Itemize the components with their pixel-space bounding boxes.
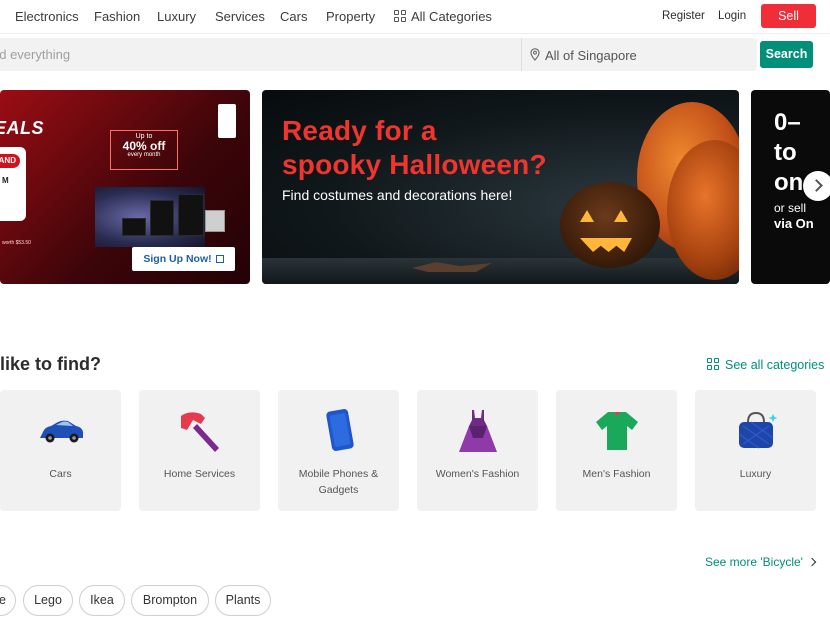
nav-link-luxury[interactable]: Luxury xyxy=(157,9,196,24)
router-device-2 xyxy=(178,194,204,236)
category-mobile-phones[interactable]: Mobile Phones & Gadgets xyxy=(278,390,399,511)
location-selector[interactable]: All of Singapore xyxy=(545,48,637,63)
banner3-line1: 0– xyxy=(774,109,801,136)
search-input[interactable] xyxy=(0,38,520,71)
see-all-label: See all categories xyxy=(725,358,825,372)
suggestion-chip[interactable]: Plants xyxy=(215,585,271,616)
banner3-line3: on xyxy=(774,169,804,196)
carousel-next-button[interactable] xyxy=(803,171,830,201)
categories-title: like to find? xyxy=(0,354,101,374)
search-bar: All of Singapore xyxy=(0,38,757,71)
sell-button[interactable]: Sell xyxy=(761,4,816,28)
car-icon xyxy=(39,420,83,443)
banner-internet-deals[interactable]: EALS AND M worth $53.50 Up to 40% off ev… xyxy=(0,90,250,284)
hammer-icon xyxy=(180,412,219,452)
router-device-1 xyxy=(150,200,174,236)
category-label: Cars xyxy=(49,468,72,480)
see-more-link[interactable]: See more 'Bicycle' xyxy=(705,555,817,569)
router-device-4 xyxy=(205,210,225,232)
nav-link-all-categories[interactable]: All Categories xyxy=(394,9,492,24)
halloween-subtitle: Find costumes and decorations here! xyxy=(282,187,513,203)
register-link[interactable]: Register xyxy=(662,10,705,22)
category-label: Women's Fashion xyxy=(435,468,520,480)
suggestion-chip[interactable]: Ikea xyxy=(79,585,125,616)
halloween-title-line1: Ready for a xyxy=(282,115,437,146)
all-categories-label: All Categories xyxy=(411,9,492,24)
jack-o-lantern-image xyxy=(560,182,660,268)
carousell-page: Electronics Fashion Luxury Services Cars… xyxy=(0,0,830,622)
see-more-label: See more 'Bicycle' xyxy=(705,555,803,569)
banner-deals-headline: EALS xyxy=(0,118,45,138)
nav-link-property[interactable]: Property xyxy=(326,9,375,24)
see-all-categories-link[interactable]: See all categories xyxy=(707,358,824,372)
sign-up-label: Sign Up Now! xyxy=(143,253,212,265)
top-nav: Electronics Fashion Luxury Services Cars… xyxy=(0,0,830,34)
router-device-3 xyxy=(122,218,146,236)
nav-link-services[interactable]: Services xyxy=(215,9,265,24)
chevron-right-icon xyxy=(810,179,823,192)
category-cars[interactable]: Cars xyxy=(0,390,121,511)
external-link-icon xyxy=(215,255,224,263)
offer-percent: 40% off xyxy=(122,139,166,153)
nav-link-cars[interactable]: Cars xyxy=(280,9,307,24)
category-womens-fashion[interactable]: Women's Fashion xyxy=(417,390,538,511)
banner-promo-pill: AND xyxy=(0,154,20,168)
search-divider xyxy=(521,38,522,71)
category-luxury[interactable]: Luxury xyxy=(695,390,816,511)
halloween-title: Ready for a spooky Halloween? xyxy=(282,114,547,182)
suggestion-chip[interactable]: e xyxy=(0,585,16,616)
suggestion-chip[interactable]: Lego xyxy=(23,585,73,616)
sign-up-now-button[interactable]: Sign Up Now! xyxy=(132,247,235,271)
grid-icon xyxy=(707,358,719,370)
mobile-phone-icon xyxy=(325,409,354,451)
grid-icon xyxy=(394,10,406,22)
handbag-icon xyxy=(738,411,777,449)
tshirt-icon xyxy=(595,412,638,450)
nav-link-electronics[interactable]: Electronics xyxy=(15,9,79,24)
chevron-right-icon xyxy=(807,557,817,567)
banner-ground xyxy=(262,258,739,284)
banner-promo-small: M xyxy=(2,176,9,185)
suggestion-chip[interactable]: Brompton xyxy=(131,585,209,616)
category-mens-fashion[interactable]: Men's Fashion xyxy=(556,390,677,511)
dress-icon xyxy=(458,410,497,452)
banner3-line2: to xyxy=(774,139,797,166)
banner3-small1: or sell xyxy=(774,201,807,215)
banner-offer-box: Up to 40% off every month xyxy=(110,130,178,170)
location-pin-icon xyxy=(530,48,540,61)
category-label: Mobile Phones & Gadgets xyxy=(298,468,379,496)
category-label: Men's Fashion xyxy=(582,468,651,480)
banner-worth-text: worth $53.50 xyxy=(2,240,31,246)
nav-link-fashion[interactable]: Fashion xyxy=(94,9,140,24)
category-home-services[interactable]: Home Services xyxy=(139,390,260,511)
banner-award-badge xyxy=(218,104,236,138)
banner3-small2: via On xyxy=(774,216,814,231)
search-button[interactable]: Search xyxy=(760,41,813,68)
category-label: Luxury xyxy=(739,468,772,480)
banner-halloween[interactable]: Ready for a spooky Halloween? Find costu… xyxy=(262,90,739,284)
category-label: Home Services xyxy=(163,468,236,480)
login-link[interactable]: Login xyxy=(718,10,746,22)
offer-period: every month xyxy=(127,152,161,158)
halloween-title-line2: spooky Halloween? xyxy=(282,149,547,180)
